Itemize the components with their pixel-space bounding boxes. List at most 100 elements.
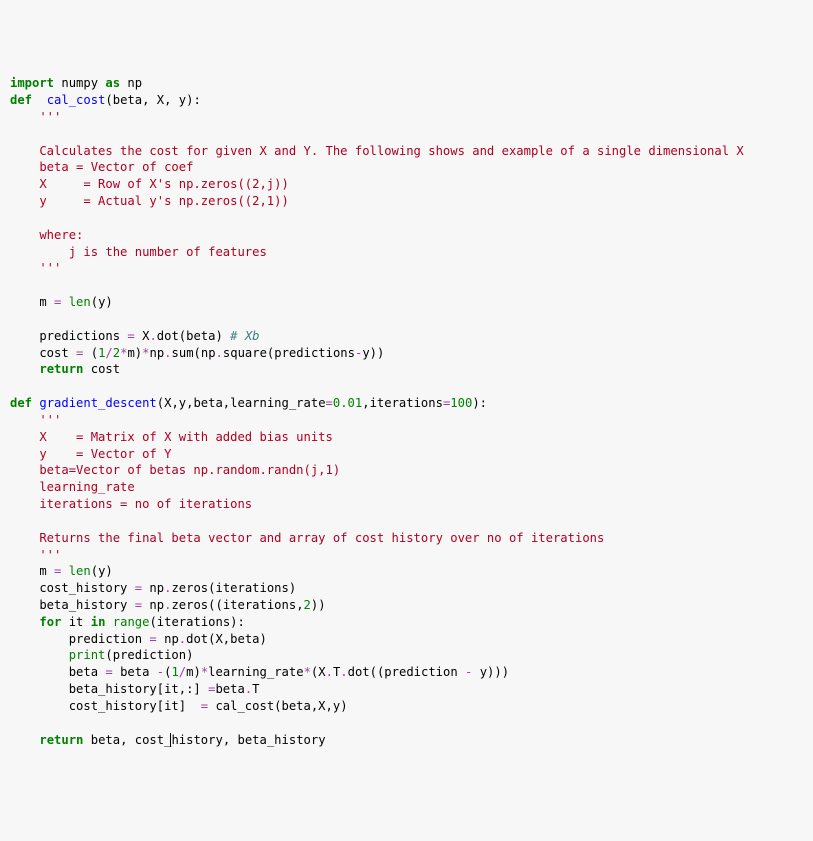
code-text: ): xyxy=(472,396,487,410)
blank-line xyxy=(10,278,17,292)
code-text: y))) xyxy=(472,665,509,679)
code-block: import numpy as np def cal_cost(beta, X,… xyxy=(10,75,803,748)
fn-gradient-descent: gradient_descent xyxy=(39,396,156,410)
docstring: X = Row of X's np.zeros((2,j)) xyxy=(10,177,289,191)
code-text: X xyxy=(135,329,150,343)
num: 2 xyxy=(113,346,120,360)
code-text: ,iterations xyxy=(362,396,443,410)
kw-in: in xyxy=(91,615,106,629)
fn-cal-cost: cal_cost xyxy=(47,93,106,107)
code-text: beta xyxy=(215,682,244,696)
docstring: where: xyxy=(10,228,83,242)
code-text: history, beta_history xyxy=(171,733,325,747)
code-text: (iterations): xyxy=(149,615,244,629)
code-text: (X xyxy=(311,665,326,679)
op-dot: . xyxy=(149,329,156,343)
docstring xyxy=(10,127,17,141)
code-text xyxy=(10,733,39,747)
code-text: np xyxy=(157,632,179,646)
code-text: cost_history[it] xyxy=(10,699,201,713)
op-dot: . xyxy=(216,346,223,360)
code-text: np xyxy=(149,346,164,360)
code-text: zeros(iterations) xyxy=(171,581,296,595)
docstring: Returns the final beta vector and array … xyxy=(10,531,604,545)
code-text: zeros((iterations, xyxy=(171,598,303,612)
code-text: cost xyxy=(10,346,76,360)
docstring: j is the number of features xyxy=(10,245,267,259)
num: 1 xyxy=(171,665,178,679)
docstring xyxy=(10,211,17,225)
docstring: learning_rate xyxy=(10,480,142,494)
op-assign: = xyxy=(135,598,142,612)
code-text xyxy=(32,93,47,107)
code-text: (beta, X, y): xyxy=(105,93,200,107)
docstring: iterations = no of iterations xyxy=(10,497,252,511)
op-minus: - xyxy=(157,665,164,679)
op-assign: = xyxy=(208,682,215,696)
kw-import: import xyxy=(10,76,54,90)
code-text: (X,y,beta,learning_rate xyxy=(157,396,326,410)
code-text: np xyxy=(142,598,164,612)
op-assign: = xyxy=(326,396,333,410)
code-text: it xyxy=(61,615,90,629)
docstring: ''' xyxy=(10,110,61,124)
code-text: m xyxy=(10,564,54,578)
docstring: y = Actual y's np.zeros((2,1)) xyxy=(10,194,289,208)
code-text: m) xyxy=(127,346,142,360)
num: 2 xyxy=(304,598,311,612)
code-text: y)) xyxy=(362,346,384,360)
op-assign: = xyxy=(149,632,156,646)
code-text: beta, cost_ xyxy=(83,733,171,747)
op-dot: . xyxy=(340,665,347,679)
code-text: T xyxy=(252,682,259,696)
num: 100 xyxy=(450,396,472,410)
code-text xyxy=(61,295,68,309)
code-text: learning_rate xyxy=(208,665,303,679)
docstring: Calculates the cost for given X and Y. T… xyxy=(10,144,744,158)
builtin-len: len xyxy=(69,564,91,578)
code-text xyxy=(61,564,68,578)
docstring: X = Matrix of X with added bias units xyxy=(10,430,333,444)
code-text: dot(X,beta) xyxy=(186,632,267,646)
code-text: square(predictions xyxy=(223,346,355,360)
code-text xyxy=(105,615,112,629)
code-text: predictions xyxy=(10,329,127,343)
code-text: beta_history xyxy=(10,598,135,612)
kw-def: def xyxy=(10,396,32,410)
code-text: dot(beta) xyxy=(157,329,230,343)
op-assign: = xyxy=(127,329,134,343)
code-text: (y) xyxy=(91,295,113,309)
op-assign: = xyxy=(201,699,208,713)
code-text: (prediction) xyxy=(105,648,193,662)
blank-line xyxy=(10,312,17,326)
code-text: m xyxy=(10,295,54,309)
code-text xyxy=(10,362,39,376)
op-assign: = xyxy=(135,581,142,595)
op-dot: . xyxy=(245,682,252,696)
builtin-len: len xyxy=(69,295,91,309)
docstring xyxy=(10,514,17,528)
op-dot: . xyxy=(164,346,171,360)
kw-for: for xyxy=(39,615,61,629)
op-assign: = xyxy=(105,665,112,679)
code-text: cal_cost(beta,X,y) xyxy=(208,699,347,713)
kw-return: return xyxy=(39,362,83,376)
op-div: / xyxy=(105,346,112,360)
comment: # Xb xyxy=(230,329,259,343)
code-text: beta_history[it,:] xyxy=(10,682,208,696)
code-text: (y) xyxy=(91,564,113,578)
code-text: np xyxy=(120,76,142,90)
builtin-range: range xyxy=(113,615,150,629)
docstring: ''' xyxy=(10,261,61,275)
op-mul: * xyxy=(304,665,311,679)
num: 0.01 xyxy=(333,396,362,410)
blank-line xyxy=(10,379,17,393)
docstring: beta = Vector of coef xyxy=(10,160,193,174)
code-text xyxy=(10,648,69,662)
code-text: beta xyxy=(10,665,105,679)
code-text xyxy=(10,615,39,629)
code-text: cost xyxy=(83,362,120,376)
kw-def: def xyxy=(10,93,32,107)
code-text: ( xyxy=(83,346,98,360)
code-text: m) xyxy=(186,665,201,679)
